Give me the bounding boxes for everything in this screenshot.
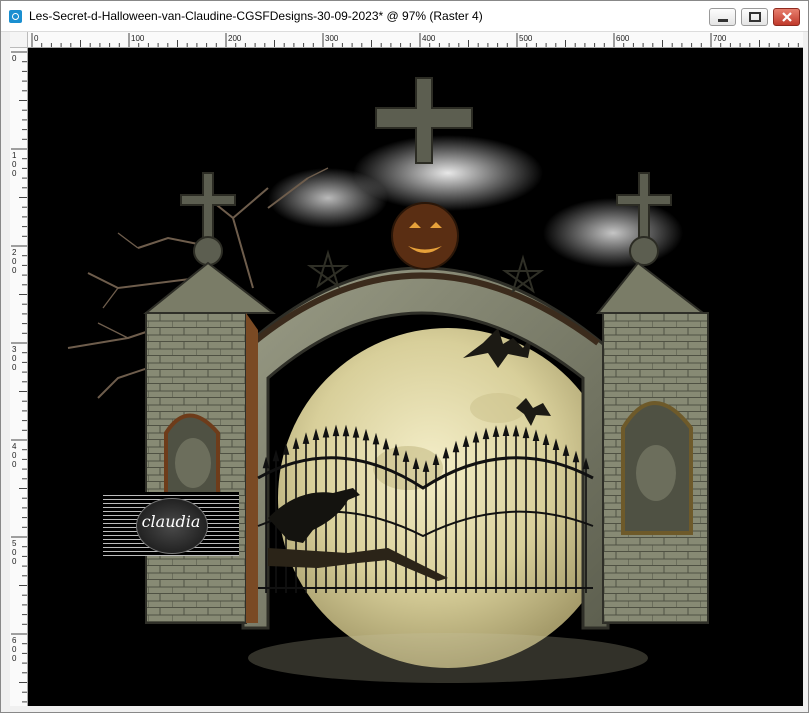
ruler-label: 0 (12, 54, 17, 63)
gate-spike (272, 449, 280, 462)
ruler-corner (10, 32, 28, 48)
ruler-label: 0 (12, 645, 17, 654)
left-pillar (143, 261, 276, 624)
ruler-label: 2 (12, 248, 17, 257)
ruler-label: 500 (519, 34, 533, 43)
ruler-label: 0 (12, 169, 17, 178)
watermark-badge: claudia (103, 492, 239, 556)
vertical-ruler[interactable]: 0100200300400500600 (10, 48, 28, 706)
ruler-label: 0 (12, 363, 17, 372)
minimize-button[interactable] (709, 8, 736, 26)
app-image-icon (9, 10, 22, 23)
image-canvas[interactable]: claudia (28, 48, 803, 706)
title-bar[interactable]: Les-Secret-d-Halloween-van-Claudine-CGSF… (1, 1, 808, 32)
minimize-icon (718, 19, 728, 22)
ruler-label: 3 (12, 345, 17, 354)
ruler-label: 5 (12, 539, 17, 548)
right-pillar (595, 261, 709, 624)
watermark-text: claudia (141, 512, 201, 531)
ruler-label: 0 (12, 257, 17, 266)
ruler-label: 4 (12, 442, 17, 451)
ruler-label: 0 (12, 557, 17, 566)
ruler-label: 0 (12, 548, 17, 557)
horizontal-ruler-scale: 0 100 200 300 400 500 600 700 (31, 33, 799, 47)
ruler-label: 200 (228, 34, 242, 43)
close-icon (782, 12, 792, 22)
window-title: Les-Secret-d-Halloween-van-Claudine-CGSF… (29, 9, 483, 23)
ruler-label: 300 (325, 34, 339, 43)
ruler-label: 0 (34, 34, 39, 43)
close-button[interactable] (773, 8, 800, 26)
horizontal-ruler[interactable]: 0 100 200 300 400 500 600 700 (28, 32, 803, 48)
ruler-label: 6 (12, 636, 17, 645)
image-window: Les-Secret-d-Halloween-van-Claudine-CGSF… (0, 0, 809, 713)
ruler-label: 100 (131, 34, 145, 43)
ruler-label: 400 (422, 34, 436, 43)
vertical-ruler-scale: 0100200300400500600 (11, 51, 27, 703)
halloween-gate-artwork (67, 77, 709, 683)
maximize-icon (749, 12, 761, 22)
ruler-label: 0 (12, 160, 17, 169)
ruler-label: 0 (12, 654, 17, 663)
ruler-label: 0 (12, 354, 17, 363)
maximize-button[interactable] (741, 8, 768, 26)
ruler-label: 0 (12, 451, 17, 460)
pumpkin (391, 202, 459, 270)
ruler-label: 0 (12, 266, 17, 275)
ruler-label: 600 (616, 34, 630, 43)
ruler-label: 0 (12, 460, 17, 469)
ruler-label: 700 (713, 34, 727, 43)
ruler-label: 1 (12, 151, 17, 160)
